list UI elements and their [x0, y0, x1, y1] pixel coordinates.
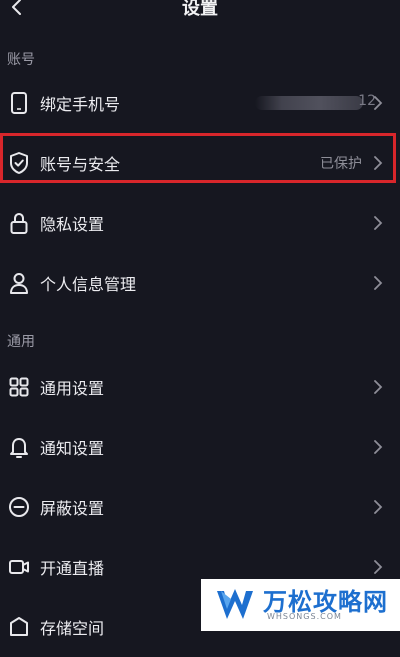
settings-row-block[interactable]: 屏蔽设置 [0, 477, 400, 537]
chevron-right-icon [372, 155, 384, 171]
masked-phone-number [255, 96, 363, 110]
settings-row-label: 隐私设置 [40, 215, 105, 234]
settings-row-label: 绑定手机号 [40, 95, 121, 114]
settings-row-label: 屏蔽设置 [40, 499, 105, 518]
chevron-right-icon [372, 499, 384, 515]
user-icon [8, 271, 30, 295]
settings-row-label: 通知设置 [40, 439, 105, 458]
settings-row-label: 账号与安全 [40, 155, 121, 174]
settings-row-label: 个人信息管理 [40, 275, 137, 294]
section-label-general: 通用 [7, 334, 35, 350]
protection-status: 已保护 [320, 156, 362, 172]
settings-row-privacy[interactable]: 隐私设置 [0, 193, 400, 253]
phone-icon [8, 91, 30, 115]
watermark-banner: 万松攻略网 WHSONGS.COM [201, 579, 400, 631]
settings-row-notification[interactable]: 通知设置 [0, 417, 400, 477]
watermark-logo-icon [213, 585, 257, 625]
settings-row-bind-phone[interactable]: 绑定手机号 12 [0, 73, 400, 133]
storage-icon [8, 615, 30, 639]
chevron-right-icon [372, 439, 384, 455]
bell-icon [8, 435, 30, 459]
settings-row-general-settings[interactable]: 通用设置 [0, 357, 400, 417]
settings-row-label: 通用设置 [40, 379, 105, 398]
settings-row-label: 存储空间 [40, 619, 105, 638]
lock-icon [8, 211, 30, 235]
settings-row-label: 开通直播 [40, 559, 105, 578]
chevron-right-icon [372, 215, 384, 231]
block-minus-icon [8, 495, 30, 519]
section-label-account: 账号 [7, 52, 35, 68]
shield-check-icon [8, 151, 30, 175]
video-camera-icon [8, 555, 30, 579]
settings-row-account-security[interactable]: 账号与安全 已保护 [0, 133, 400, 193]
grid-icon [8, 375, 30, 399]
chevron-right-icon [372, 559, 384, 575]
page-title: 设置 [182, 0, 218, 19]
chevron-right-icon [372, 379, 384, 395]
chevron-right-icon [372, 95, 384, 111]
chevron-right-icon [372, 275, 384, 291]
top-bar: 设置 [0, 0, 400, 22]
settings-row-personal-info[interactable]: 个人信息管理 [0, 253, 400, 313]
watermark-url: WHSONGS.COM [267, 612, 342, 621]
